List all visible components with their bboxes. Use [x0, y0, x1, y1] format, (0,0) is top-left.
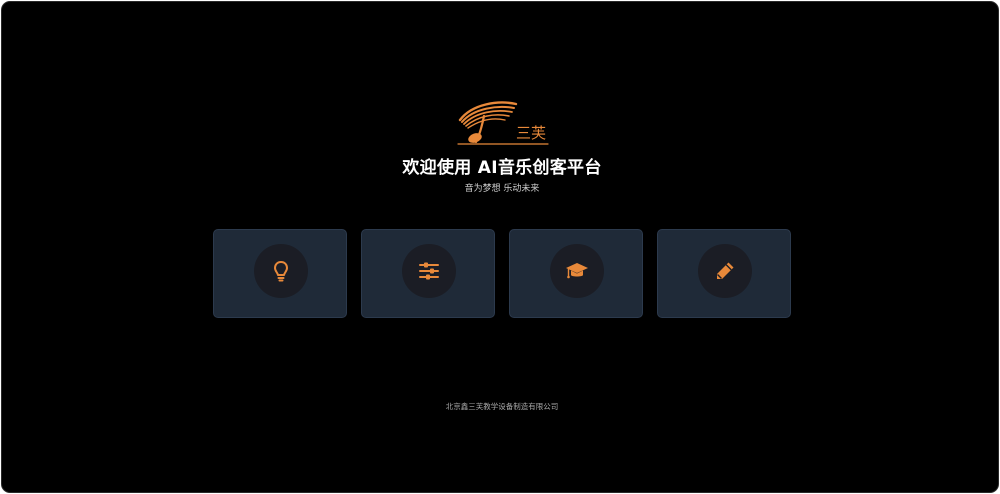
- footer-company: 北京鑫三芙教学设备制造有限公司: [445, 402, 559, 411]
- brand-logo: 三芙: [457, 101, 549, 145]
- lightbulb-icon: [274, 261, 288, 282]
- graduation-cap-icon: [566, 263, 588, 279]
- pencil-icon: [717, 262, 734, 279]
- feature-cards: [213, 229, 791, 318]
- icon-circle: [698, 244, 752, 298]
- icon-circle: [254, 244, 308, 298]
- logo-text: 三芙: [516, 124, 546, 142]
- icon-circle: [550, 244, 604, 298]
- sliders-icon: [419, 262, 439, 280]
- feature-card-mixer[interactable]: [361, 229, 495, 318]
- feature-card-idea[interactable]: [213, 229, 347, 318]
- page-title: 欢迎使用 AI音乐创客平台: [402, 158, 602, 178]
- app-window: 三芙 欢迎使用 AI音乐创客平台 音为梦想 乐动未来 北京鑫三芙教学设备制造有限…: [1, 1, 999, 493]
- page-subtitle: 音为梦想 乐动未来: [464, 184, 540, 194]
- feature-card-compose[interactable]: [657, 229, 791, 318]
- icon-circle: [402, 244, 456, 298]
- feature-card-learn[interactable]: [509, 229, 643, 318]
